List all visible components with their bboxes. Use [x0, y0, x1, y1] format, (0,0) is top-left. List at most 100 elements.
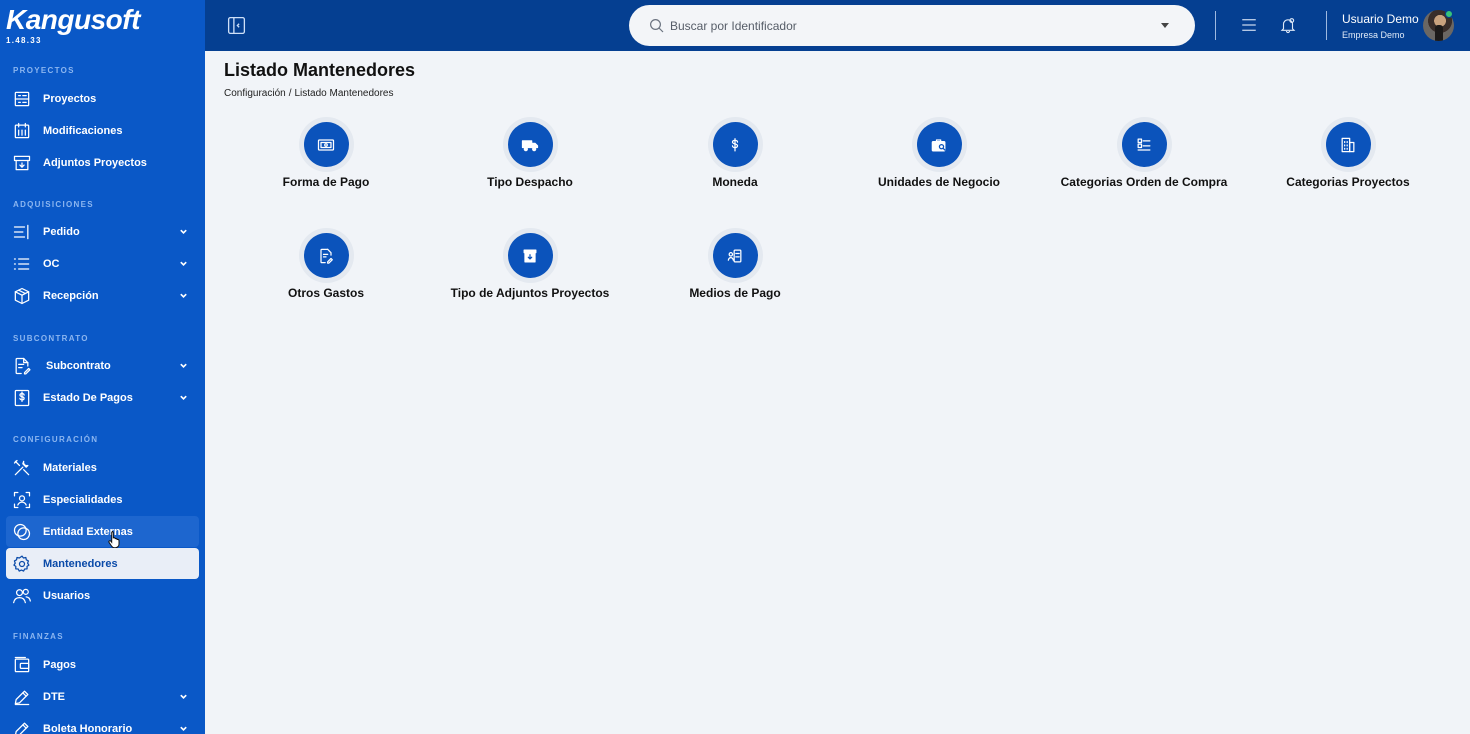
section-title-configuracion: CONFIGURACIÓN — [13, 435, 99, 444]
purchase-order-icon — [11, 253, 33, 275]
page-title: Listado Mantenedores — [224, 60, 416, 80]
sidebar-item-materiales[interactable]: Materiales — [6, 452, 199, 483]
sidebar-toggle-icon[interactable] — [226, 15, 247, 36]
breadcrumb-item-configuracion[interactable]: Configuración — [224, 88, 286, 99]
gear-icon — [11, 553, 33, 575]
search-bar[interactable] — [629, 5, 1195, 46]
topbar: Usuario Demo Empresa Demo — [205, 0, 1470, 51]
sidebar-item-label: Usuarios — [43, 589, 91, 602]
sidebar-item-subcontrato[interactable]: Subcontrato — [6, 350, 199, 381]
order-icon — [11, 221, 33, 243]
sidebar-item-adjuntos-proyectos[interactable]: Adjuntos Proyectos — [6, 147, 199, 178]
card-label: Tipo Despacho — [487, 175, 573, 189]
sidebar-item-boleta-honorario[interactable]: Boleta Honorario — [6, 713, 199, 734]
card-forma-de-pago[interactable]: Forma de Pago — [224, 122, 428, 189]
chevron-down-icon — [179, 393, 189, 402]
sidebar-item-modificaciones[interactable]: Modificaciones — [6, 115, 199, 146]
card-label: Medios de Pago — [689, 286, 781, 300]
person-scan-icon — [11, 489, 33, 511]
brand-logo[interactable]: Kangusoft 1.48.33 — [6, 2, 140, 45]
brand-name: Kangusoft — [6, 4, 140, 35]
sidebar-item-label: Pedido — [43, 225, 80, 238]
building-icon — [1325, 122, 1371, 167]
card-label: Tipo de Adjuntos Proyectos — [450, 286, 610, 300]
card-tipo-de-adjuntos-proyectos[interactable]: Tipo de Adjuntos Proyectos — [428, 233, 632, 300]
search-dropdown-caret-icon[interactable] — [1161, 23, 1169, 28]
sidebar-item-usuarios[interactable]: Usuarios — [6, 580, 199, 611]
contact-card-icon — [712, 233, 758, 278]
sidebar-item-label: Estado De Pagos — [43, 391, 133, 404]
dollar-icon — [712, 122, 758, 167]
card-unidades-de-negocio[interactable]: Unidades de Negocio — [837, 122, 1041, 189]
section-title-proyectos: PROYECTOS — [13, 66, 75, 75]
section-title-adquisiciones: ADQUISICIONES — [13, 200, 94, 209]
sidebar-item-label: DTE — [43, 690, 65, 703]
sidebar-item-dte[interactable]: DTE — [6, 681, 199, 712]
card-categorias-proyectos[interactable]: Categorias Proyectos — [1246, 122, 1450, 189]
card-label: Forma de Pago — [282, 175, 370, 189]
sidebar-item-label: Proyectos — [43, 92, 97, 105]
modifications-icon — [11, 120, 33, 142]
list-icon — [1121, 122, 1167, 167]
chevron-down-icon — [179, 361, 189, 370]
section-title-subcontrato: SUBCONTRATO — [13, 334, 89, 343]
sidebar-item-estado-de-pagos[interactable]: Estado De Pagos — [6, 382, 199, 413]
sidebar-item-label: Pagos — [43, 658, 77, 671]
card-label: Otros Gastos — [287, 286, 365, 300]
chevron-down-icon — [179, 724, 189, 733]
projects-icon — [11, 88, 33, 110]
search-icon — [648, 17, 666, 35]
sidebar-item-pagos[interactable]: Pagos — [6, 649, 199, 680]
sidebar-item-especialidades[interactable]: Especialidades — [6, 484, 199, 515]
dollar-doc-icon — [11, 387, 33, 409]
pencil-icon — [11, 686, 33, 708]
chevron-down-icon — [179, 692, 189, 701]
sidebar-item-label: Especialidades — [43, 493, 123, 506]
card-label: Moneda — [712, 175, 758, 189]
contract-icon — [11, 355, 33, 377]
search-input[interactable] — [670, 18, 1161, 33]
wallet-icon — [11, 654, 33, 676]
breadcrumb-item-current: Listado Mantenedores — [294, 88, 394, 99]
box-icon — [11, 285, 33, 307]
sidebar-item-oc[interactable]: OC — [6, 248, 199, 279]
card-label: Unidades de Negocio — [877, 175, 1001, 189]
sidebar-item-label: Modificaciones — [43, 124, 123, 137]
sidebar-item-label: Boleta Honorario — [43, 722, 133, 734]
sidebar-item-label: Mantenedores — [43, 557, 118, 570]
sidebar-item-recepcion[interactable]: Recepción — [6, 280, 199, 311]
sidebar-item-label: Materiales — [43, 461, 97, 474]
card-moneda[interactable]: Moneda — [633, 122, 837, 189]
bell-icon[interactable] — [1279, 16, 1297, 34]
breadcrumb: Configuración / Listado Mantenedores — [224, 88, 393, 99]
circles-icon — [11, 521, 33, 543]
mouse-cursor-icon — [108, 530, 122, 549]
tools-icon — [11, 457, 33, 479]
online-status-icon — [1445, 10, 1453, 18]
card-tipo-despacho[interactable]: Tipo Despacho — [428, 122, 632, 189]
sidebar-item-label: Adjuntos Proyectos — [43, 156, 147, 169]
card-categorias-orden-de-compra[interactable]: Categorias Orden de Compra — [1042, 122, 1246, 189]
card-otros-gastos[interactable]: Otros Gastos — [224, 233, 428, 300]
sidebar-item-label: Subcontrato — [46, 359, 111, 372]
chevron-down-icon — [179, 227, 189, 236]
truck-icon — [507, 122, 553, 167]
card-label: Categorias Orden de Compra — [1060, 175, 1228, 189]
menu-icon[interactable] — [1240, 16, 1258, 34]
card-medios-de-pago[interactable]: Medios de Pago — [633, 233, 837, 300]
section-title-finanzas: FINANZAS — [13, 632, 64, 641]
breadcrumb-separator: / — [288, 88, 292, 99]
sidebar-item-proyectos[interactable]: Proyectos — [6, 83, 199, 114]
chevron-down-icon — [179, 259, 189, 268]
sidebar-item-mantenedores[interactable]: Mantenedores — [6, 548, 199, 579]
briefcase-search-icon — [916, 122, 962, 167]
card-label: Categorias Proyectos — [1286, 175, 1410, 189]
pencil-icon — [11, 718, 33, 734]
banknote-icon — [303, 122, 349, 167]
attachments-icon — [11, 152, 33, 174]
sidebar: Kangusoft 1.48.33 PROYECTOS Proyectos Mo… — [0, 0, 205, 734]
sidebar-item-pedido[interactable]: Pedido — [6, 216, 199, 247]
sidebar-item-label: OC — [43, 257, 60, 270]
sidebar-item-entidad-externas[interactable]: Entidad Externas — [6, 516, 199, 547]
user-name[interactable]: Usuario Demo — [1342, 12, 1419, 26]
